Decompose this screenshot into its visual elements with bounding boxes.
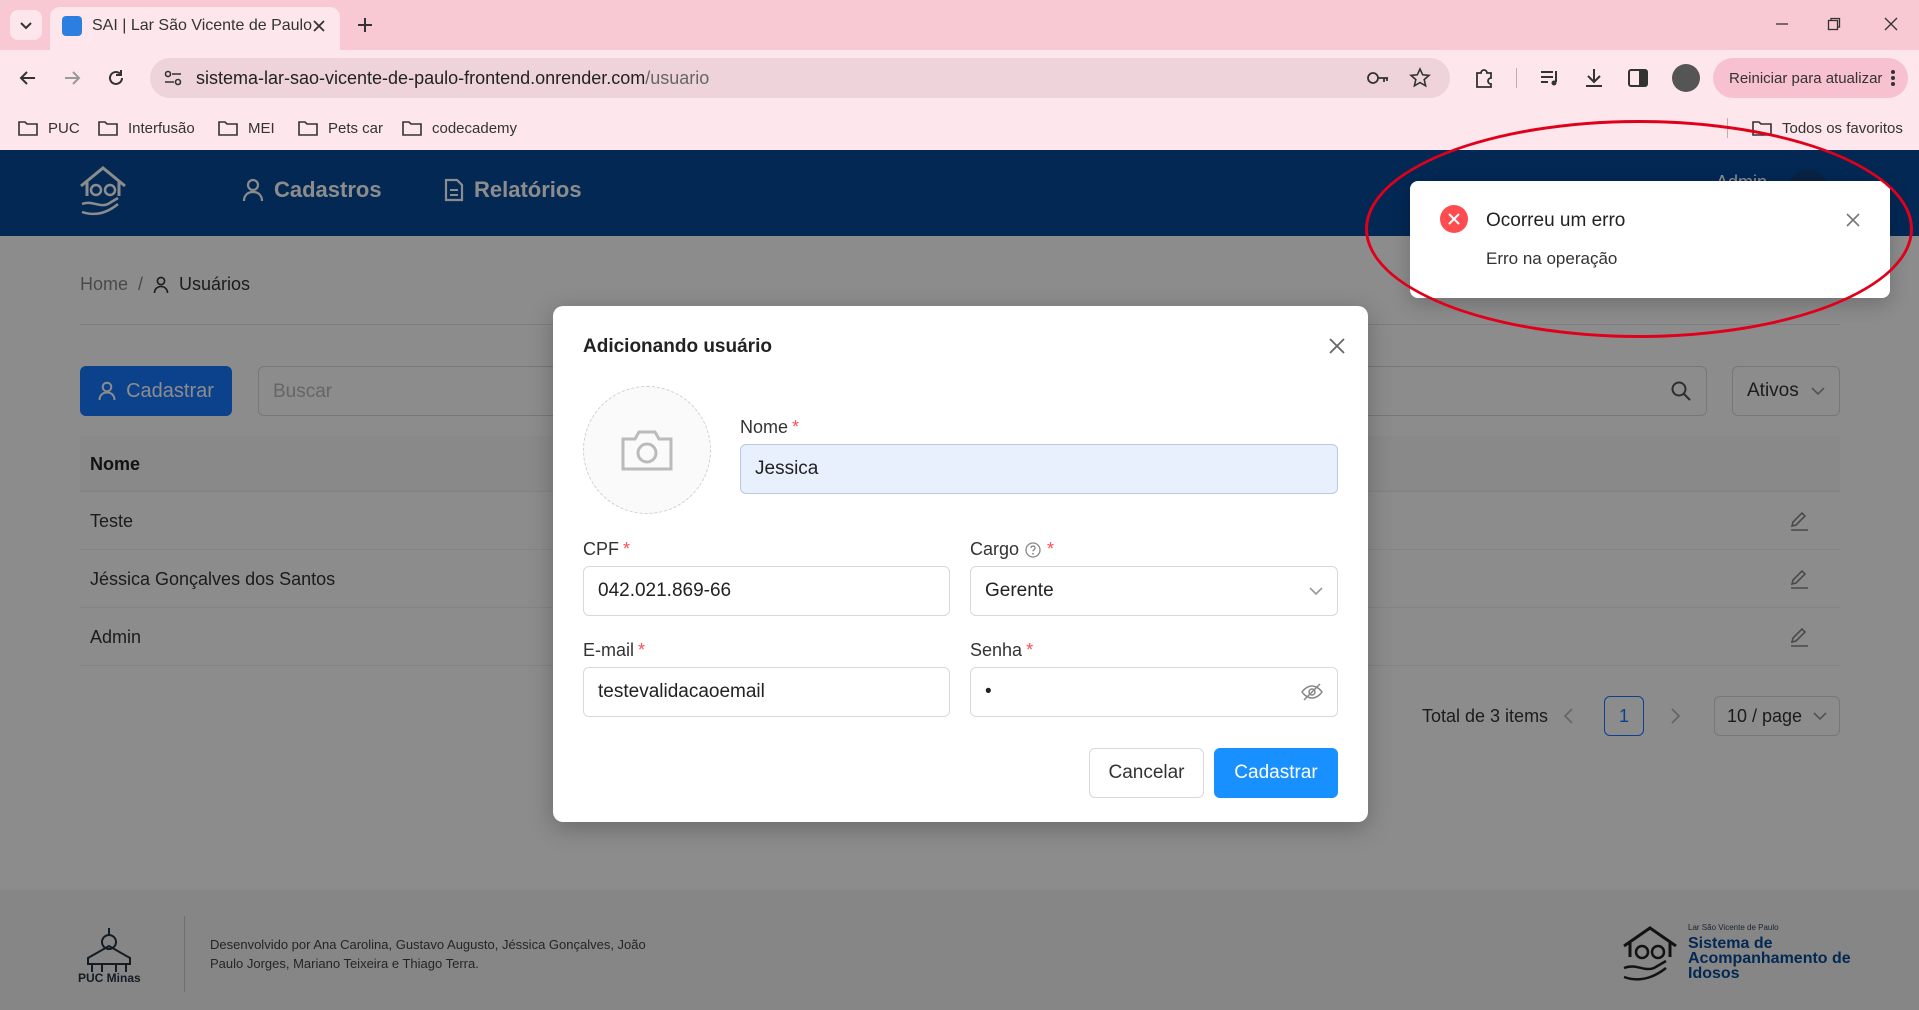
minimize-icon <box>1776 23 1788 25</box>
cargo-label-text: Cargo <box>970 539 1020 559</box>
restart-to-update-button[interactable]: Reiniciar para atualizar <box>1713 58 1908 98</box>
senha-value: • <box>985 681 992 702</box>
browser-tab-strip: SAI | Lar São Vicente de Paulo <box>0 0 1919 50</box>
photo-upload[interactable] <box>583 386 711 514</box>
address-bar[interactable]: sistema-lar-sao-vicente-de-paulo-fronten… <box>150 58 1450 98</box>
folder-icon <box>18 121 38 136</box>
required-mark: * <box>623 539 631 559</box>
puzzle-icon <box>1476 69 1492 88</box>
close-icon <box>1329 338 1345 354</box>
bookmark-label: codecademy <box>432 119 518 137</box>
cancel-button[interactable]: Cancelar <box>1089 748 1204 798</box>
folder-icon <box>218 121 238 136</box>
cpf-label-text: CPF <box>583 539 619 559</box>
playlist-icon <box>1541 71 1557 86</box>
add-user-modal: Adicionando usuário Nome * Jessica CPF * 0… <box>553 306 1368 822</box>
modal-close-button[interactable] <box>1323 332 1351 360</box>
all-bookmarks-label: Todos os favoritos <box>1782 119 1903 137</box>
folder-icon <box>298 121 318 136</box>
browser-tab[interactable]: SAI | Lar São Vicente de Paulo <box>50 7 340 50</box>
reload-button[interactable] <box>100 62 132 94</box>
key-icon[interactable] <box>1366 68 1390 88</box>
eye-invisible-icon[interactable] <box>1301 683 1323 701</box>
restart-label: Reiniciar para atualizar <box>1729 69 1883 87</box>
email-label: E-mail * <box>583 640 645 661</box>
nome-label-text: Nome <box>740 417 789 437</box>
cpf-label: CPF * <box>583 539 630 560</box>
browser-toolbar: sistema-lar-sao-vicente-de-paulo-fronten… <box>0 50 1919 106</box>
reload-icon <box>109 70 123 85</box>
close-window-button[interactable] <box>1868 8 1914 40</box>
forward-button[interactable] <box>56 62 88 94</box>
cargo-select[interactable]: Gerente <box>970 566 1338 616</box>
tab-close-button[interactable] <box>308 15 330 37</box>
media-control-button[interactable] <box>1534 62 1566 94</box>
email-value: testevalidacaoemail <box>598 681 765 702</box>
nome-label: Nome * <box>740 417 799 438</box>
bookmark-folder[interactable]: Interfusão <box>98 115 195 141</box>
required-mark: * <box>638 640 646 660</box>
bookmark-folder[interactable]: MEI <box>218 115 275 141</box>
senha-label: Senha * <box>970 640 1033 661</box>
tab-title: SAI | Lar São Vicente de Paulo <box>92 17 313 34</box>
plus-icon <box>358 18 372 32</box>
help-icon[interactable] <box>1025 541 1041 558</box>
nome-input[interactable]: Jessica <box>740 444 1338 494</box>
required-mark: * <box>792 417 800 437</box>
required-mark: * <box>1026 640 1034 660</box>
favicon-icon <box>62 16 82 36</box>
more-vertical-icon <box>1891 70 1895 86</box>
senha-input[interactable]: • <box>970 667 1338 717</box>
tab-search-button[interactable] <box>10 10 42 40</box>
required-mark: * <box>1047 539 1055 559</box>
side-panel-button[interactable] <box>1622 62 1654 94</box>
minimize-button[interactable] <box>1759 8 1805 40</box>
cargo-label: Cargo * <box>970 539 1054 560</box>
download-icon <box>1586 69 1602 87</box>
bookmark-label: MEI <box>248 119 275 137</box>
url-text[interactable]: sistema-lar-sao-vicente-de-paulo-fronten… <box>196 68 709 89</box>
close-icon <box>313 20 325 32</box>
submit-button[interactable]: Cadastrar <box>1214 748 1338 798</box>
cpf-input[interactable]: 042.021.869-66 <box>583 566 950 616</box>
email-label-text: E-mail <box>583 640 635 660</box>
side-panel-icon <box>1628 69 1648 87</box>
cpf-value: 042.021.869-66 <box>598 580 732 601</box>
bookmark-label: PUC <box>48 119 80 137</box>
folder-icon <box>98 121 118 136</box>
bookmark-folder[interactable]: PUC <box>18 115 80 141</box>
url-path: /usuario <box>645 68 710 88</box>
arrow-left-icon <box>19 71 35 85</box>
close-icon <box>1884 17 1898 31</box>
downloads-button[interactable] <box>1578 62 1610 94</box>
email-input[interactable]: testevalidacaoemail <box>583 667 950 717</box>
star-icon[interactable] <box>1409 67 1431 89</box>
toolbar-divider <box>1516 68 1517 88</box>
nome-value: Jessica <box>755 458 819 479</box>
new-tab-button[interactable] <box>350 10 380 40</box>
cargo-value: Gerente <box>985 580 1054 601</box>
back-button[interactable] <box>12 62 44 94</box>
senha-label-text: Senha <box>970 640 1023 660</box>
bookmark-folder[interactable]: Pets car <box>298 115 383 141</box>
restore-button[interactable] <box>1811 8 1857 40</box>
bookmark-label: Pets car <box>328 119 384 137</box>
annotation-highlight-ellipse <box>1365 120 1913 338</box>
modal-title: Adicionando usuário <box>583 336 772 357</box>
restore-icon <box>1827 17 1841 31</box>
camera-icon <box>621 430 673 471</box>
url-host: sistema-lar-sao-vicente-de-paulo-fronten… <box>196 68 646 88</box>
site-settings-icon[interactable] <box>162 67 184 89</box>
arrow-right-icon <box>65 71 81 85</box>
extensions-button[interactable] <box>1468 62 1500 94</box>
profile-avatar[interactable] <box>1672 64 1700 92</box>
chevron-down-icon <box>1309 587 1323 596</box>
chevron-down-icon <box>20 22 32 30</box>
folder-icon <box>402 121 422 136</box>
bookmark-folder[interactable]: codecademy <box>402 115 517 141</box>
bookmark-label: Interfusão <box>128 119 195 137</box>
